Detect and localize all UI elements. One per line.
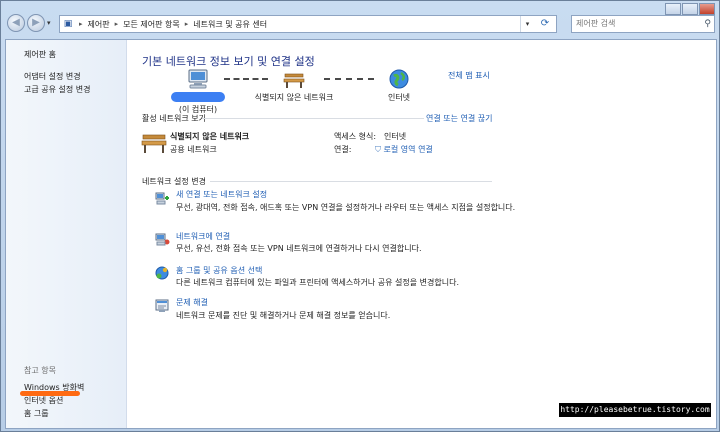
- section-divider: [210, 181, 492, 182]
- control-panel-icon: ▣: [63, 19, 73, 29]
- map-internet-node[interactable]: 인터넷: [374, 68, 424, 103]
- section-divider: [202, 118, 424, 119]
- address-bar[interactable]: ▣ ▸ 제어판 ▸ 모든 제어판 항목 ▸ 네트워크 및 공유 센터 ▾ ⟳: [59, 15, 557, 33]
- breadcrumb-network-center[interactable]: 네트워크 및 공유 센터: [191, 19, 269, 30]
- adapter-icon: ⛉: [375, 145, 381, 154]
- connect-disconnect-link[interactable]: 연결 또는 연결 끊기: [426, 113, 493, 124]
- troubleshoot-icon: [155, 299, 169, 312]
- network-type-link[interactable]: 공용 네트워크: [170, 144, 217, 155]
- connections-label: 연결:: [334, 145, 352, 154]
- access-type-value: 인터넷: [384, 132, 407, 141]
- map-internet-label: 인터넷: [387, 93, 411, 102]
- address-dropdown-icon[interactable]: ▾: [520, 16, 534, 32]
- local-area-connection-label: 로컬 영역 연결: [383, 145, 433, 154]
- breadcrumb-control-panel[interactable]: 제어판: [86, 19, 112, 30]
- new-connection-icon: [155, 192, 169, 205]
- sidebar-internet-options-link[interactable]: 인터넷 옵션: [24, 395, 63, 406]
- search-input[interactable]: [576, 19, 696, 28]
- task-connect-network-desc: 무선, 유선, 전화 접속 또는 VPN 네트워크에 연결하거나 다시 연결합니…: [176, 244, 422, 253]
- bench-icon: [141, 134, 167, 153]
- task-connect-network-link[interactable]: 네트워크에 연결: [176, 231, 230, 242]
- back-button[interactable]: ◀: [7, 14, 25, 32]
- sidebar-adapter-settings-link[interactable]: 어댑터 설정 변경: [24, 71, 81, 82]
- task-homegroup-link[interactable]: 홈 그룹 및 공유 옵션 선택: [176, 265, 262, 276]
- map-computer-node[interactable]: (이 컴퓨터): [168, 68, 228, 115]
- chevron-right-icon[interactable]: ▸: [182, 20, 192, 28]
- sidebar: 제어판 홈 어댑터 설정 변경 고급 공유 설정 변경 참고 항목 Window…: [6, 40, 127, 428]
- local-area-connection-link[interactable]: ⛉ 로컬 영역 연결: [375, 144, 433, 155]
- breadcrumb-all-items[interactable]: 모든 제어판 항목: [121, 19, 182, 30]
- see-also-label: 참고 항목: [24, 366, 56, 375]
- content-area: 제어판 홈 어댑터 설정 변경 고급 공유 설정 변경 참고 항목 Window…: [5, 39, 717, 429]
- connect-network-icon: [155, 233, 170, 246]
- active-networks-heading: 활성 네트워크 보기: [142, 114, 206, 123]
- sidebar-home-link[interactable]: 제어판 홈: [24, 49, 56, 60]
- map-network-node[interactable]: 식별되지 않은 네트워크: [254, 68, 334, 103]
- active-network-name: 식별되지 않은 네트워크: [170, 132, 250, 141]
- computer-icon: [188, 69, 208, 89]
- forward-button[interactable]: ▶: [27, 14, 45, 32]
- homegroup-icon: [155, 266, 169, 280]
- watermark-url: http://pleasebetrue.tistory.com: [559, 403, 711, 417]
- bench-icon: [283, 73, 305, 88]
- task-troubleshoot-desc: 네트워크 문제를 진단 및 해결하거나 문제 해결 정보를 얻습니다.: [176, 311, 391, 320]
- window-frame: ◀ ▶ ▾ ▣ ▸ 제어판 ▸ 모든 제어판 항목 ▸ 네트워크 및 공유 센터…: [0, 0, 720, 432]
- refresh-icon[interactable]: ⟳: [536, 16, 554, 32]
- sidebar-homegroup-link[interactable]: 홈 그룹: [24, 408, 49, 419]
- main-pane: 기본 네트워크 정보 보기 및 연결 설정 전체 맵 표시 (이 컴퓨터) 식별…: [128, 40, 716, 428]
- chevron-right-icon[interactable]: ▸: [112, 20, 122, 28]
- chevron-right-icon[interactable]: ▸: [76, 20, 86, 28]
- address-toolbar: ◀ ▶ ▾ ▣ ▸ 제어판 ▸ 모든 제어판 항목 ▸ 네트워크 및 공유 센터…: [5, 13, 717, 35]
- page-title: 기본 네트워크 정보 보기 및 연결 설정: [142, 55, 315, 68]
- globe-icon: [389, 69, 409, 89]
- redacted-computer-name: [171, 92, 225, 102]
- search-box[interactable]: ⚲: [571, 15, 715, 33]
- history-dropdown-icon[interactable]: ▾: [47, 19, 51, 27]
- search-icon[interactable]: ⚲: [704, 16, 711, 32]
- full-map-link[interactable]: 전체 맵 표시: [448, 70, 490, 81]
- task-new-connection-link[interactable]: 새 연결 또는 네트워크 설정: [176, 189, 267, 200]
- network-settings-heading: 네트워크 설정 변경: [142, 177, 206, 186]
- access-type-label: 액세스 형식:: [334, 132, 377, 141]
- task-new-connection-desc: 무선, 광대역, 전화 접속, 애드혹 또는 VPN 연결을 설정하거나 라우터…: [176, 203, 516, 212]
- task-troubleshoot-link[interactable]: 문제 해결: [176, 297, 208, 308]
- map-network-label: 식별되지 않은 네트워크: [254, 93, 334, 102]
- map-connection-line: [324, 78, 374, 80]
- sidebar-advanced-sharing-link[interactable]: 고급 공유 설정 변경: [24, 84, 91, 95]
- task-homegroup-desc: 다른 네트워크 컴퓨터에 있는 파일과 프린터에 액세스하거나 공유 설정을 변…: [176, 278, 460, 287]
